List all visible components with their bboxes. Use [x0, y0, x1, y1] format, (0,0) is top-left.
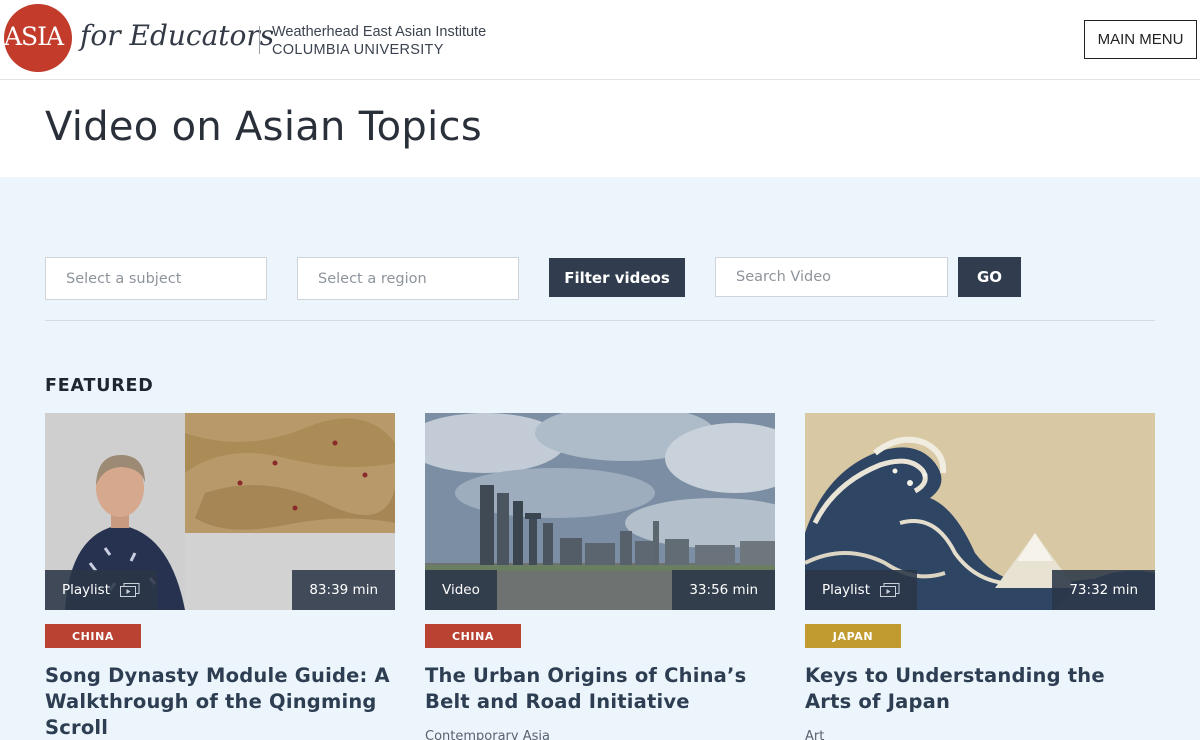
logo-divider [259, 26, 260, 54]
video-thumbnail[interactable]: Playlist 73:32 min [805, 413, 1155, 610]
logo-for-educators-text[interactable]: for Educators [80, 19, 274, 52]
region-tag[interactable]: CHINA [425, 624, 521, 648]
search-video-placeholder: Search Video [736, 269, 832, 285]
video-type-label: Playlist [822, 582, 870, 598]
video-duration-badge: 73:32 min [1052, 570, 1155, 610]
video-card-title[interactable]: The Urban Origins of China’s Belt and Ro… [425, 663, 775, 715]
featured-heading: FEATURED [45, 376, 154, 396]
region-tag[interactable]: CHINA [45, 624, 141, 648]
video-card-subject: Art [805, 729, 825, 740]
video-card: Video 33:56 min CHINA The Urban Origins … [425, 413, 775, 740]
university-name[interactable]: COLUMBIA UNIVERSITY [272, 42, 444, 58]
subject-select-placeholder: Select a subject [66, 270, 182, 287]
playlist-icon [879, 583, 900, 597]
institute-name[interactable]: Weatherhead East Asian Institute [272, 24, 486, 40]
video-duration-badge: 33:56 min [672, 570, 775, 610]
video-type-badge: Playlist [805, 570, 917, 610]
video-type-badge: Playlist [45, 570, 157, 610]
video-duration-badge: 83:39 min [292, 570, 395, 610]
video-type-label: Video [442, 582, 480, 598]
video-type-badge: Video [425, 570, 497, 610]
video-card-title[interactable]: Keys to Understanding the Arts of Japan [805, 663, 1155, 715]
site-header: ASIA for Educators Weatherhead East Asia… [0, 0, 1200, 80]
video-card: Playlist 73:32 min JAPAN Keys to Underst… [805, 413, 1155, 740]
page-title: Video on Asian Topics [45, 104, 482, 150]
playlist-icon [119, 583, 140, 597]
video-browse-section: Select a subject Select a region Filter … [0, 177, 1200, 740]
video-card: Playlist 83:39 min CHINA Song Dynasty Mo… [45, 413, 395, 740]
region-select[interactable]: Select a region [297, 257, 519, 300]
main-menu-button[interactable]: MAIN MENU [1084, 20, 1197, 59]
subject-select[interactable]: Select a subject [45, 257, 267, 300]
section-divider [45, 320, 1155, 321]
video-card-title[interactable]: Song Dynasty Module Guide: A Walkthrough… [45, 663, 395, 740]
region-tag[interactable]: JAPAN [805, 624, 901, 648]
filter-videos-button[interactable]: Filter videos [549, 258, 685, 297]
search-video-input[interactable]: Search Video [715, 257, 948, 297]
video-thumbnail[interactable]: Video 33:56 min [425, 413, 775, 610]
logo-asia-text[interactable]: ASIA [4, 22, 72, 51]
region-select-placeholder: Select a region [318, 270, 427, 287]
video-card-subject: Contemporary Asia [425, 729, 550, 740]
go-button[interactable]: GO [958, 257, 1021, 297]
video-type-label: Playlist [62, 582, 110, 598]
video-thumbnail[interactable]: Playlist 83:39 min [45, 413, 395, 610]
